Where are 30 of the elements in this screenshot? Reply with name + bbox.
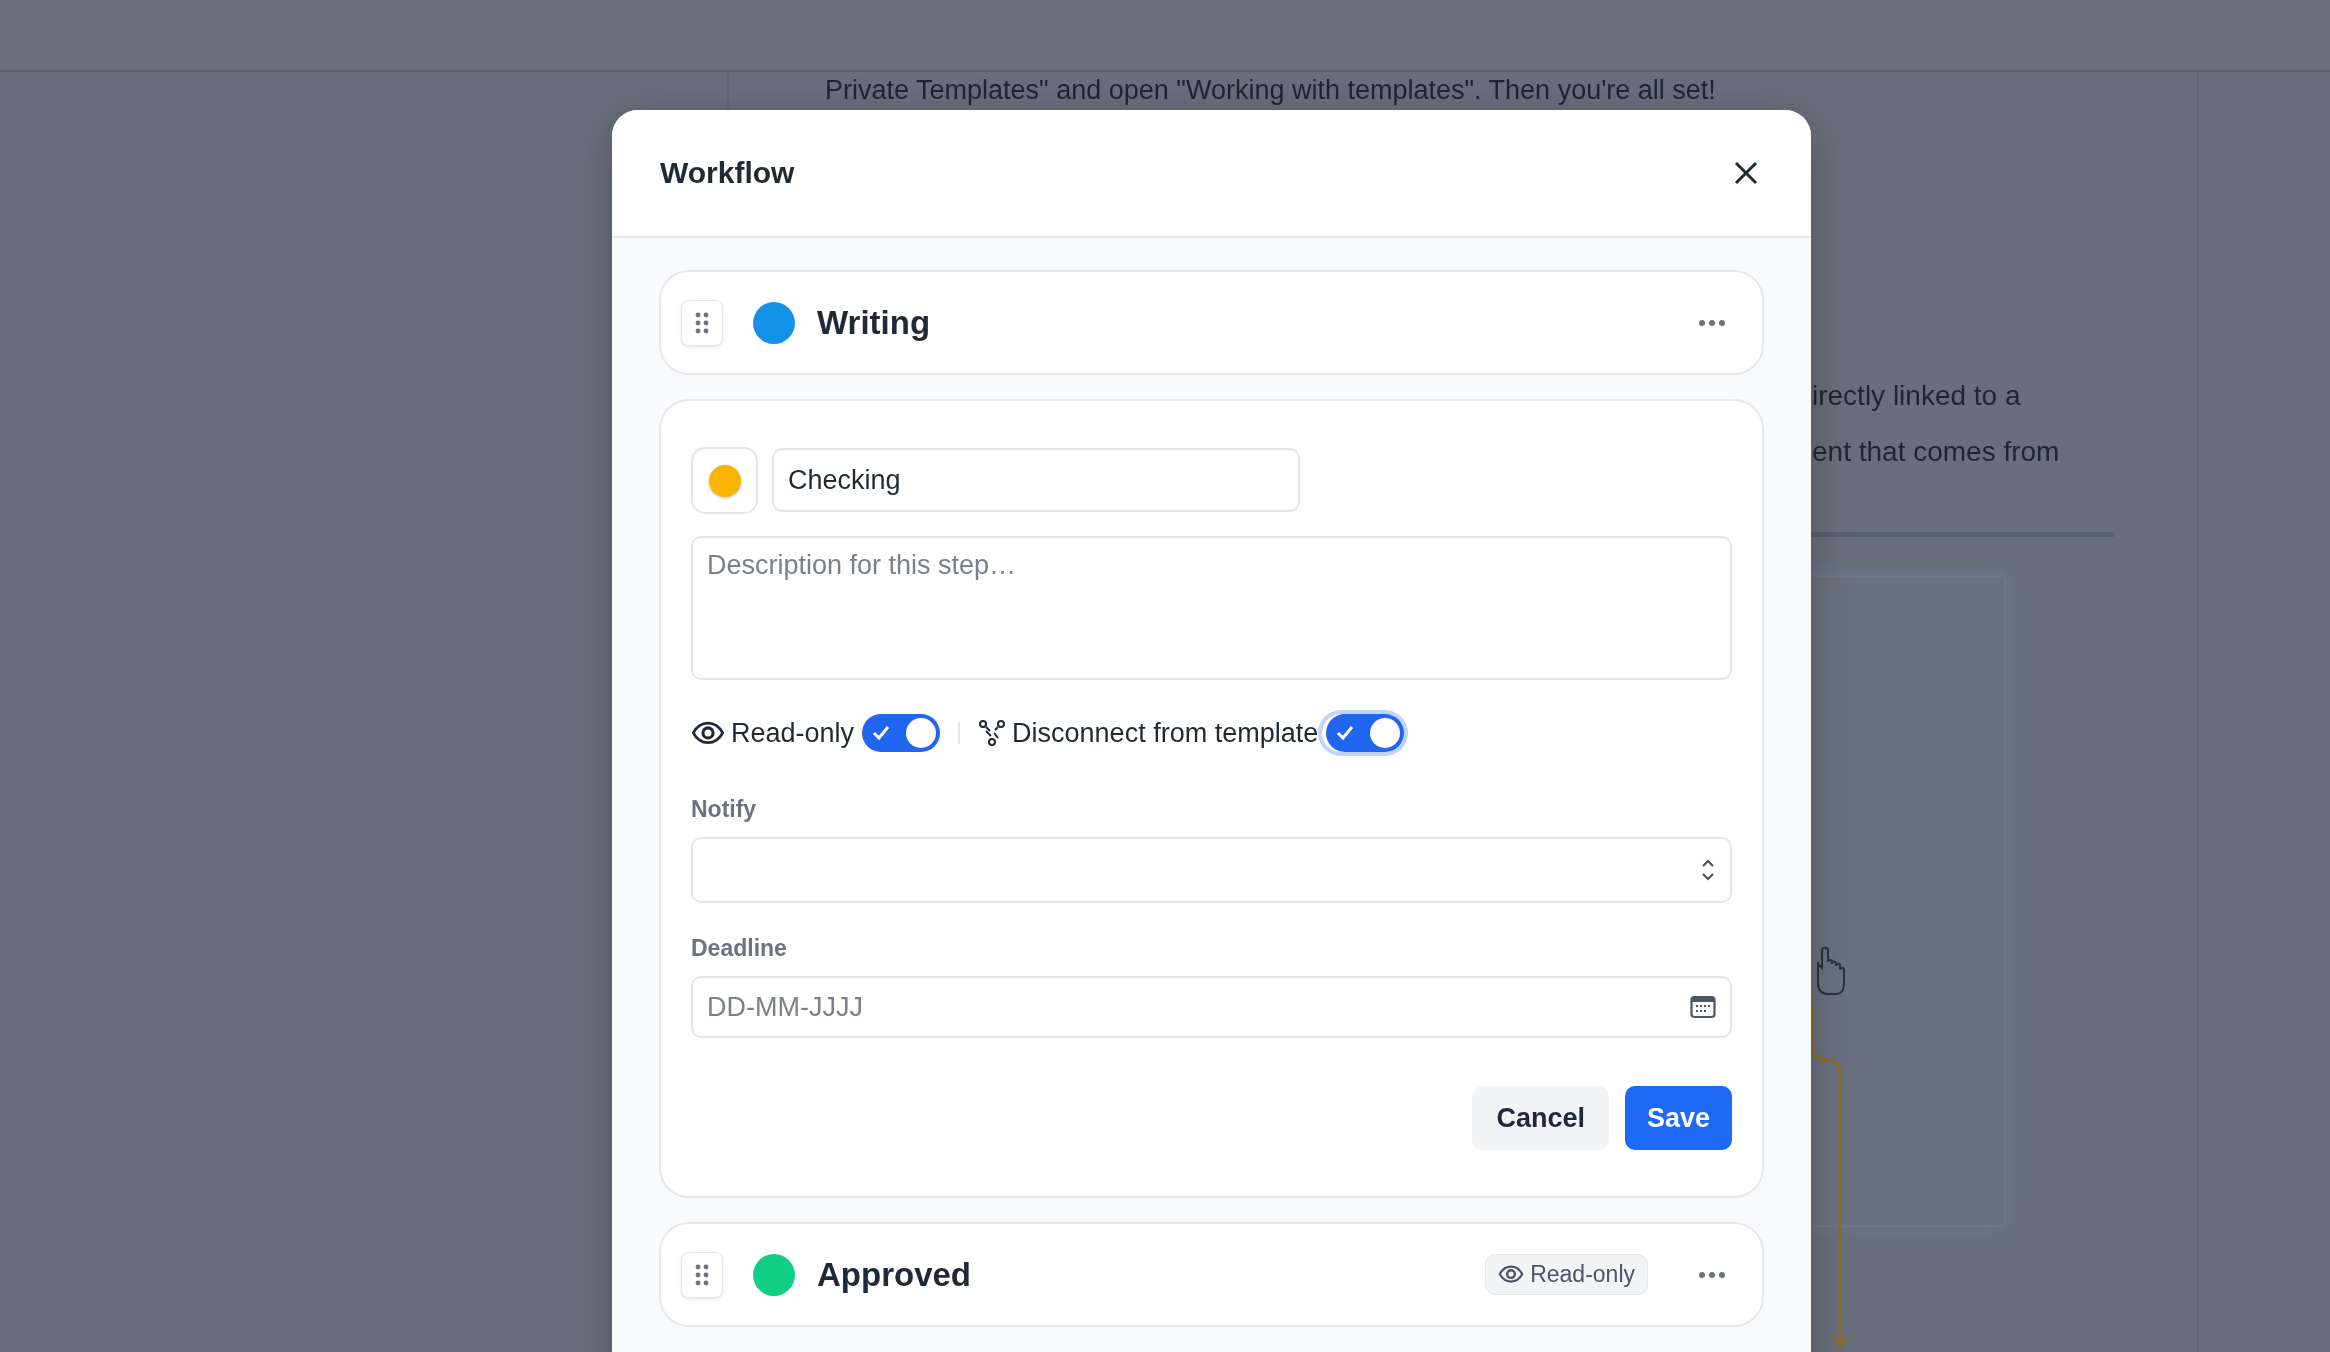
body-text: ent that comes from [1812,435,2061,469]
toggle-switch[interactable] [862,714,941,752]
step-card[interactable]: Approved Read-only [659,1222,1764,1327]
hand-cursor-icon [1817,946,1845,995]
toggle-label: Disconnect from template [1012,717,1319,749]
check-icon [872,725,891,741]
drag-handle[interactable] [681,299,723,346]
cancel-button[interactable]: Cancel [1472,1086,1609,1150]
dialog-title: Workflow [660,156,795,190]
field-label: Deadline [691,935,788,962]
eye-icon [1498,1265,1525,1284]
save-button[interactable]: Save [1624,1086,1732,1150]
drag-handle[interactable] [681,1251,723,1298]
check-icon [1336,725,1355,741]
description-field[interactable]: Description for this step… [691,536,1732,680]
toggle-label: Read-only [731,717,855,749]
date-field[interactable]: DD-MM-JJJJ [691,976,1732,1038]
field-label: Notify [691,796,758,823]
body-text: irectly linked to a [1812,379,2022,413]
step-name: Approved [817,1255,972,1294]
unlink-icon [978,719,1007,747]
step-name: Writing [817,303,932,342]
body-text: Private Templates" and open "Working with templates". Then you're all set! [824,75,1717,106]
step-card[interactable]: Writing [659,270,1764,375]
chevron-icon [1700,857,1716,883]
step-name-field[interactable]: Checking [772,448,1300,512]
eye-icon [691,721,725,745]
read-only-badge: Read-only [1485,1254,1648,1295]
color-picker-button[interactable] [691,447,758,514]
calendar-icon[interactable] [1690,995,1716,1019]
